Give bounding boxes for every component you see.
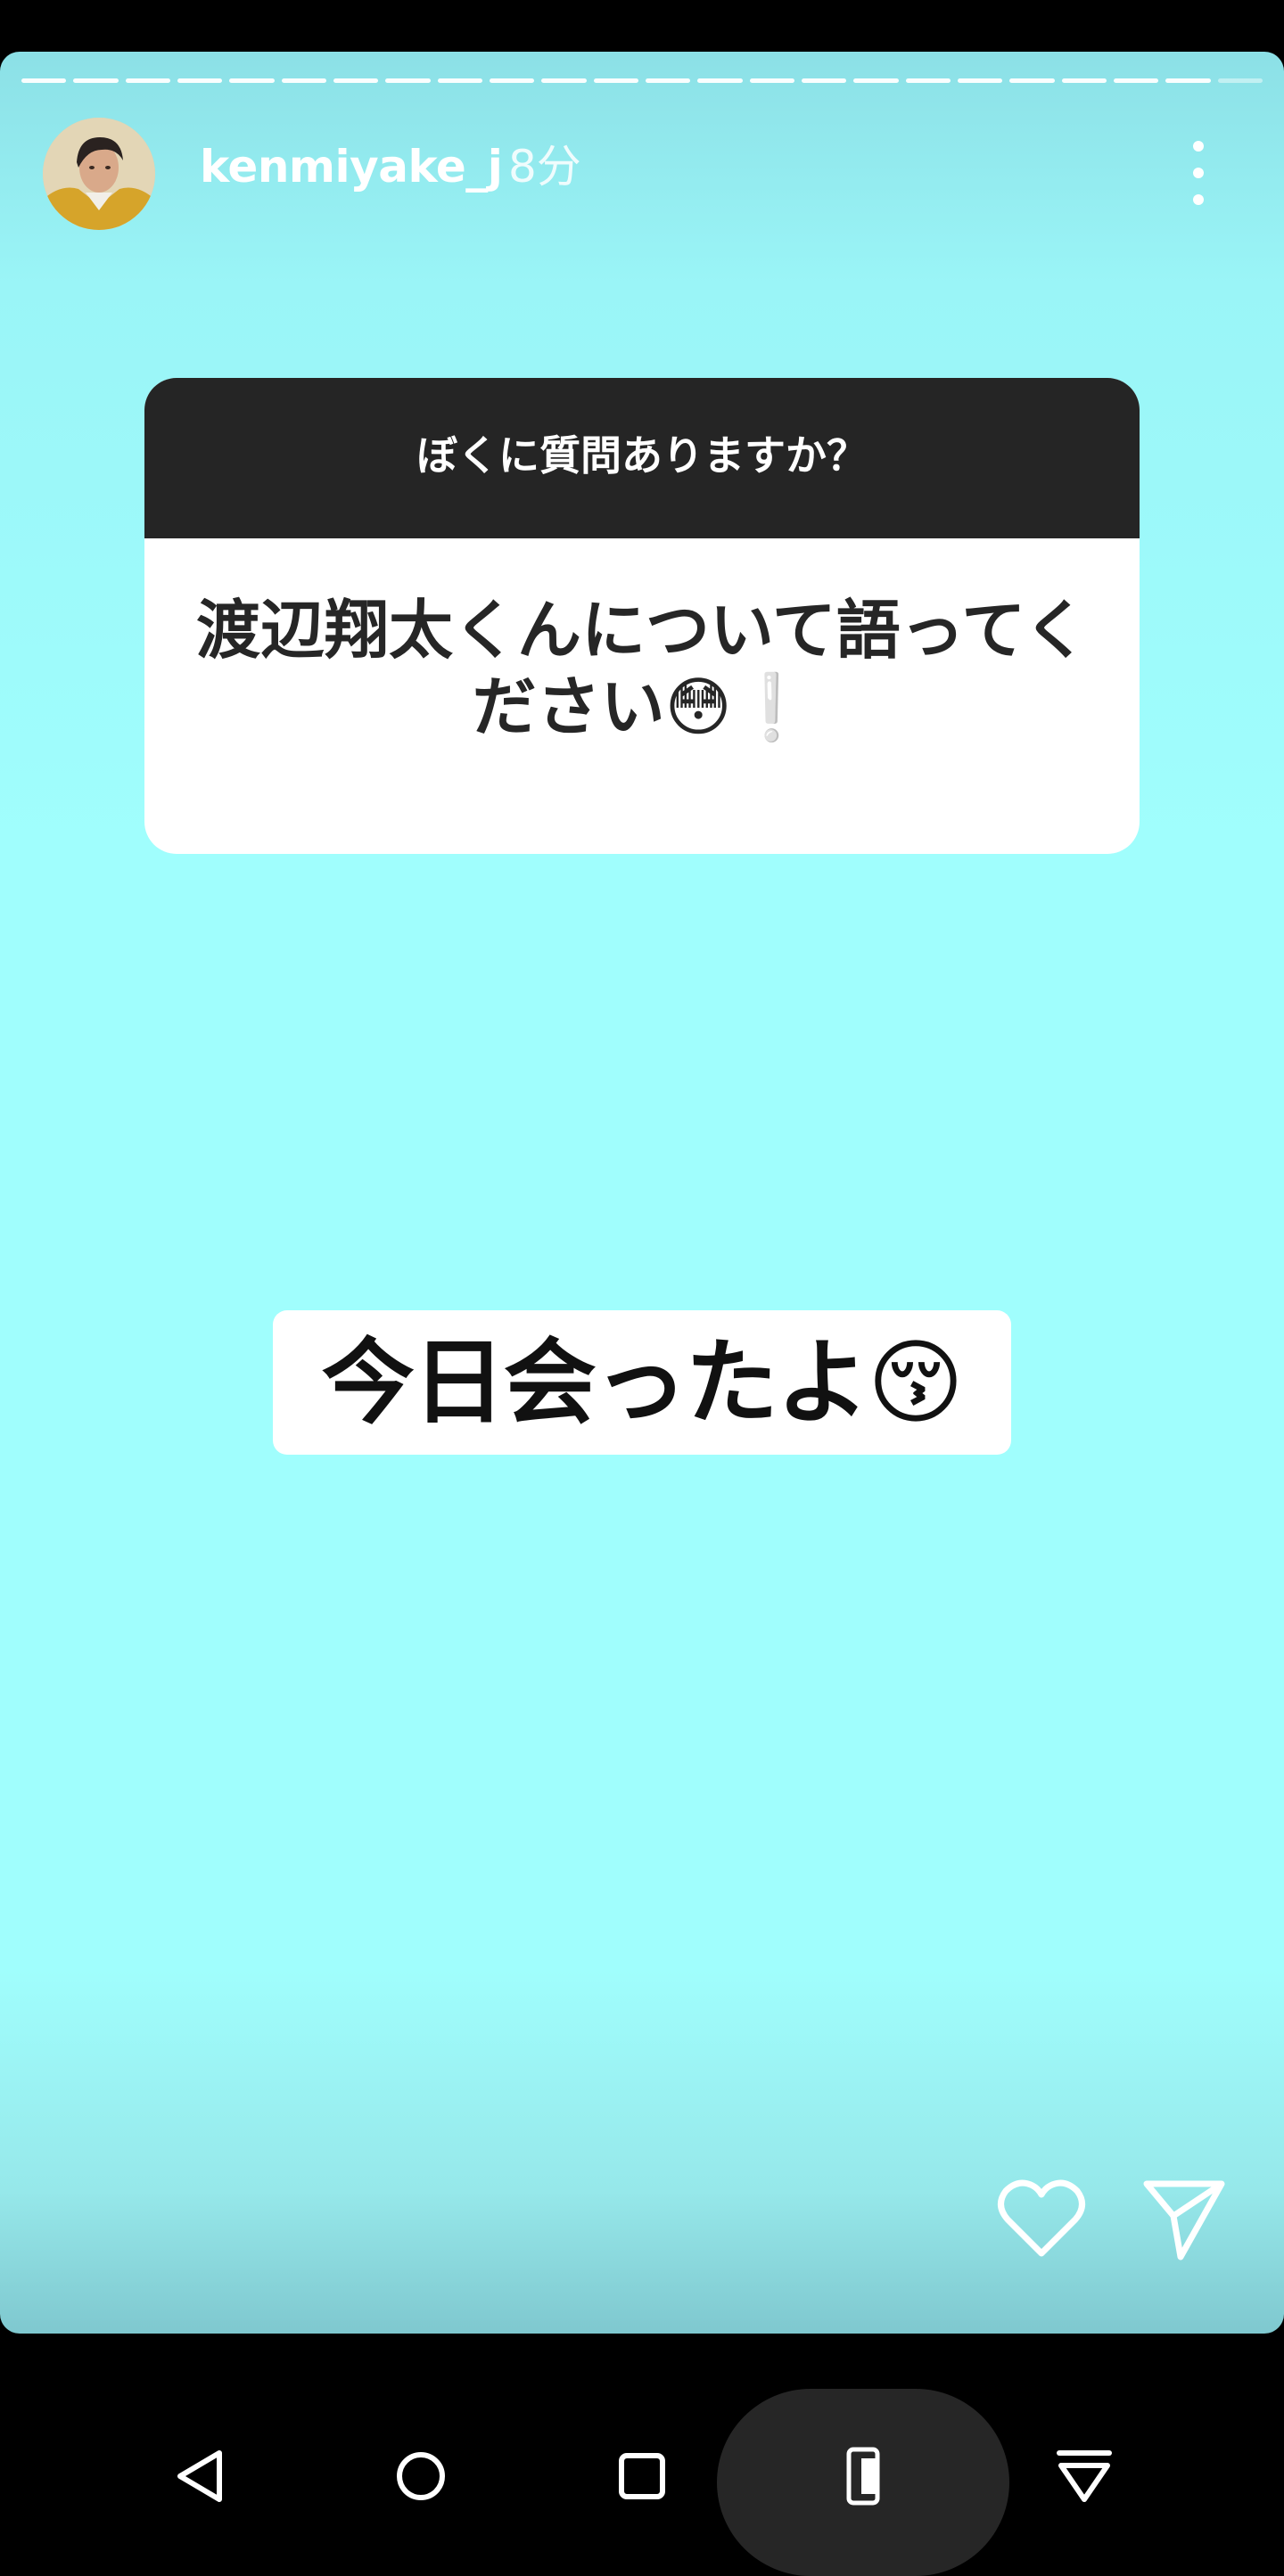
avatar-photo [43,118,155,230]
question-answer: 渡辺翔太くんについて語ってく ださい😳❕ [180,592,1104,745]
avatar[interactable] [43,118,155,230]
story-progress-bar [21,78,1263,83]
caption-text: 今日会ったよ😚 [321,1328,964,1437]
progress-segment [958,78,1003,83]
question-sticker-header: ぼくに質問ありますか？ [144,378,1140,538]
story-timestamp: 8分 [508,141,581,193]
progress-segment [73,78,119,83]
progress-segment [802,78,847,83]
heart-icon [998,2179,1085,2257]
progress-segment [490,78,535,83]
story-username[interactable]: kenmiyake_j [200,144,503,189]
like-button[interactable] [997,2178,1086,2260]
question-answer-line: ださい😳❕ [472,669,812,744]
progress-segment [853,78,899,83]
progress-segment [281,78,326,83]
progress-segment [1061,78,1107,83]
progress-segment [437,78,482,83]
progress-segment [229,78,275,83]
home-button[interactable] [385,2441,457,2512]
progress-segment [593,78,638,83]
back-icon [177,2450,222,2502]
rotate-icon [846,2447,880,2506]
home-icon [397,2452,445,2500]
question-prompt: ぼくに質問ありますか？ [416,431,868,480]
progress-segment [177,78,223,83]
question-sticker[interactable]: ぼくに質問ありますか？ 渡辺翔太くんについて語ってく ださい😳❕ [144,378,1140,854]
more-options-button[interactable] [1181,139,1216,210]
story-viewer[interactable]: kenmiyake_j 8分 ぼくに質問ありますか？ 渡辺翔太くんについて語って… [0,52,1284,2334]
progress-segment [1217,78,1263,83]
recents-button[interactable] [606,2441,678,2512]
progress-segment [1165,78,1211,83]
progress-segment [333,78,379,83]
progress-segment [646,78,691,83]
progress-segment [21,78,67,83]
progress-segment [749,78,794,83]
progress-segment [385,78,431,83]
hide-keyboard-button[interactable] [1049,2441,1120,2512]
hide-keyboard-icon [1057,2450,1112,2502]
system-navigation-bar [0,2334,1284,2576]
recents-icon [619,2453,665,2499]
share-button[interactable] [1141,2177,1227,2262]
progress-segment [697,78,743,83]
caption-sticker: 今日会ったよ😚 [273,1310,1011,1455]
rotate-button[interactable] [827,2441,899,2512]
question-answer-line: 渡辺翔太くんについて語ってく [195,593,1089,668]
progress-segment [541,78,587,83]
progress-segment [1114,78,1159,83]
progress-segment [125,78,170,83]
progress-segment [1009,78,1055,83]
progress-segment [905,78,951,83]
back-button[interactable] [164,2441,235,2512]
send-icon [1143,2180,1225,2260]
